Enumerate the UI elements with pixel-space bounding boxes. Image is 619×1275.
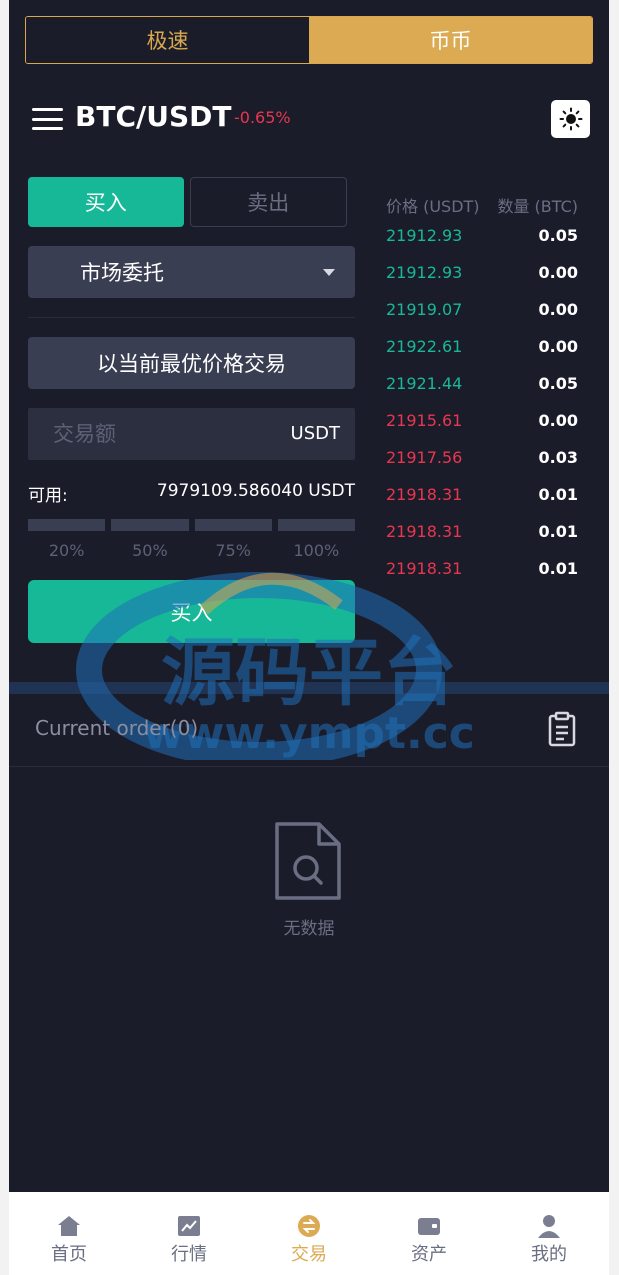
price-change: -0.65% [234,108,291,127]
nav-label: 我的 [531,1244,567,1265]
book-price: 21915.61 [386,411,463,430]
book-price: 21921.44 [386,374,463,393]
order-type-select[interactable]: 市场委托 [28,246,355,298]
percent-option[interactable]: 20% [28,519,106,560]
mode-switch: 极速 币币 [25,16,593,64]
tab-express[interactable]: 极速 [26,17,309,63]
order-book-row[interactable]: 21919.07 0.00 [386,291,578,328]
nav-label: 行情 [171,1244,207,1265]
buy-sell-tabs: 买入 卖出 [28,177,347,227]
best-price-button[interactable]: 以当前最优价格交易 [28,337,355,389]
pair-title[interactable]: BTC/USDT [75,100,231,133]
percent-bar [111,519,189,531]
percent-bar [28,519,106,531]
theme-toggle-button[interactable] [551,100,590,138]
tab-sell[interactable]: 卖出 [189,177,347,227]
nav-profile[interactable]: 我的 [489,1192,609,1275]
order-book-row[interactable]: 21922.61 0.00 [386,328,578,365]
percent-bar [277,519,355,531]
qty-header: 数量 (BTC) [497,197,578,216]
percent-option[interactable]: 100% [277,519,355,560]
percent-label: 20% [48,541,85,560]
book-qty: 0.00 [538,263,578,282]
order-book-row[interactable]: 21918.31 0.01 [386,550,578,587]
percent-selector: 20% 50% 75% 100% [28,519,355,560]
book-price: 21922.61 [386,337,463,356]
book-qty: 0.01 [538,485,578,504]
book-price: 21917.56 [386,448,463,467]
order-type-label: 市场委托 [80,261,164,285]
home-icon [58,1216,80,1236]
book-price: 21918.31 [386,559,463,578]
wallet-icon [418,1218,440,1235]
price-header: 价格 (USDT) [386,197,480,216]
book-price: 21918.31 [386,522,463,541]
order-book-row[interactable]: 21918.31 0.01 [386,476,578,513]
amount-unit: USDT [290,423,340,444]
available-label: 可用: [28,486,68,506]
book-price: 21912.93 [386,226,463,245]
order-book-row[interactable]: 21917.56 0.03 [386,439,578,476]
tab-spot[interactable]: 币币 [309,17,592,63]
nav-assets[interactable]: 资产 [369,1192,489,1275]
divider [28,317,355,318]
book-qty: 0.01 [538,559,578,578]
sun-icon [559,107,582,131]
nav-label: 首页 [51,1244,87,1265]
order-book-row[interactable]: 21915.61 0.00 [386,402,578,439]
book-qty: 0.05 [538,374,578,393]
amount-field: USDT [28,408,355,460]
order-book-row[interactable]: 21918.31 0.01 [386,513,578,550]
divider [9,766,609,767]
user-icon [538,1215,560,1238]
nav-market[interactable]: 行情 [129,1192,249,1275]
header: BTC/USDT -0.65% [9,96,609,142]
exchange-icon [298,1215,320,1237]
nav-label: 资产 [411,1244,447,1265]
chart-icon [178,1216,200,1236]
book-qty: 0.05 [538,226,578,245]
buy-button[interactable]: 买入 [28,580,355,643]
trade-screen: 极速 币币 BTC/USDT -0.65% 买入 卖出 市场委托 以当前最优价格… [9,0,609,1275]
available-value: 7979109.586040 USDT [156,481,355,501]
nav-label: 交易 [291,1244,327,1265]
chevron-down-icon [323,269,335,276]
percent-option[interactable]: 50% [111,519,189,560]
amount-input[interactable] [28,408,268,460]
percent-bar [194,519,272,531]
order-book-header: 价格 (USDT) 数量 (BTC) [386,193,578,217]
bottom-nav: 首页 行情 交易 资产 我的 [9,1192,609,1275]
percent-label: 50% [132,541,168,560]
order-book-row[interactable]: 21912.93 0.05 [386,217,578,254]
percent-label: 75% [215,541,251,560]
tab-buy[interactable]: 买入 [28,177,184,227]
book-qty: 0.00 [538,337,578,356]
empty-state-text: 无数据 [283,919,335,939]
percent-option[interactable]: 75% [194,519,272,560]
book-qty: 0.00 [538,300,578,319]
book-qty: 0.01 [538,522,578,541]
order-book: 价格 (USDT) 数量 (BTC) 21912.93 0.05 21912.93… [386,193,578,587]
order-book-row[interactable]: 21912.93 0.00 [386,254,578,291]
menu-icon[interactable] [32,108,63,130]
book-qty: 0.00 [538,411,578,430]
order-book-row[interactable]: 21921.44 0.05 [386,365,578,402]
percent-label: 100% [293,541,340,560]
clipboard-icon[interactable] [548,711,576,751]
empty-document-search-icon [273,820,343,906]
book-price: 21912.93 [386,263,463,282]
nav-trade[interactable]: 交易 [249,1192,369,1275]
current-order-title[interactable]: Current order(0) [35,716,198,740]
nav-home[interactable]: 首页 [9,1192,129,1275]
book-price: 21919.07 [386,300,463,319]
book-price: 21918.31 [386,485,463,504]
book-qty: 0.03 [538,448,578,467]
